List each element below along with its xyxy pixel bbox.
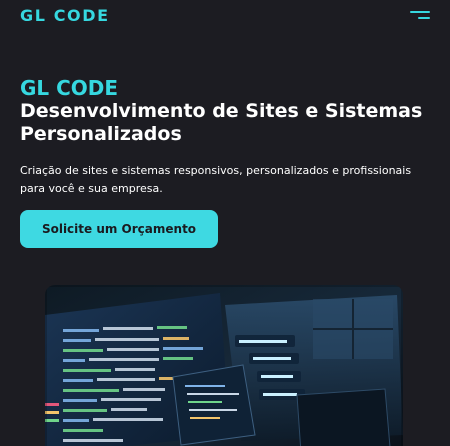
hero-code-image xyxy=(45,285,403,446)
site-logo[interactable]: GL CODE xyxy=(20,7,110,25)
menu-bar xyxy=(410,11,430,13)
hero-description: Criação de sites e sistemas responsivos,… xyxy=(20,164,412,195)
request-quote-button[interactable]: Solicite um Orçamento xyxy=(20,210,218,248)
hero-title: Desenvolvimento de Sites e Sistemas Pers… xyxy=(20,100,423,145)
hero-brand: GL CODE xyxy=(20,76,119,100)
menu-bar xyxy=(418,17,430,19)
code-screens-illustration xyxy=(45,285,403,446)
hamburger-menu-icon[interactable] xyxy=(408,9,430,23)
page: GL CODE GL CODE Desenvolvimento de Sites… xyxy=(0,0,450,446)
